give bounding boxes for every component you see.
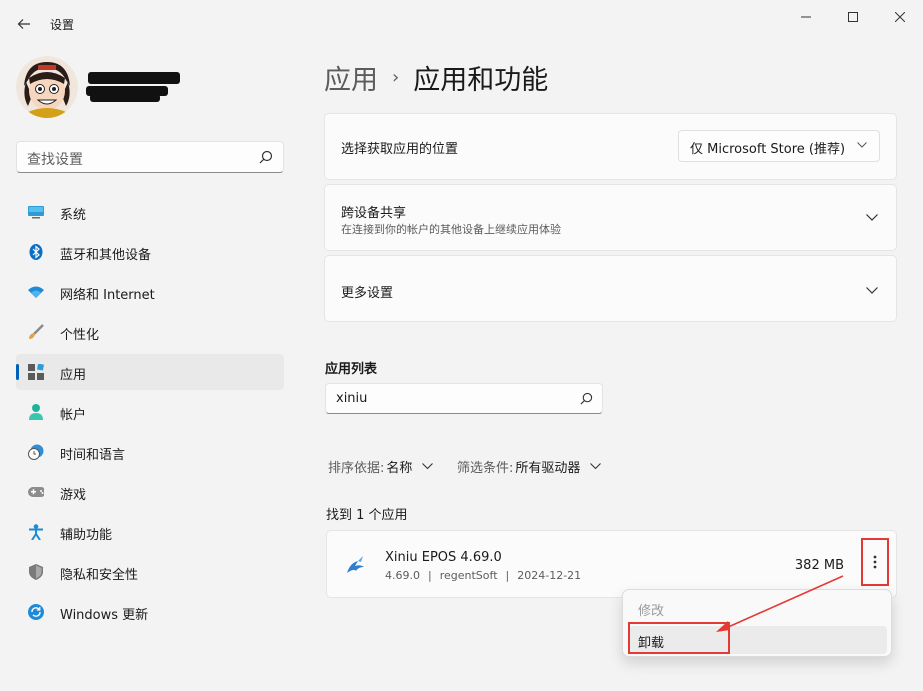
update-icon <box>28 604 44 620</box>
sidebar-item-personalization[interactable]: 个性化 <box>16 314 284 350</box>
sidebar-item-label: Windows 更新 <box>60 608 149 623</box>
app-name: Xiniu EPOS 4.69.0 <box>385 550 502 565</box>
app-search-input[interactable]: xiniu <box>325 383 603 414</box>
shield-icon <box>28 564 44 580</box>
more-settings-title: 更多设置 <box>341 286 394 301</box>
meta-divider: | <box>505 569 510 582</box>
app-source-dropdown[interactable]: 仅 Microsoft Store (推荐) <box>678 130 880 162</box>
maximize-button[interactable] <box>830 6 876 28</box>
sidebar-item-label: 隐私和安全性 <box>60 568 139 583</box>
chevron-down-icon[interactable] <box>866 287 878 294</box>
more-vertical-icon <box>873 555 877 569</box>
more-settings-card[interactable]: 更多设置 <box>324 255 897 322</box>
sidebar-item-network[interactable]: 网络和 Internet <box>16 274 284 310</box>
sidebar-item-label: 蓝牙和其他设备 <box>60 248 152 263</box>
sidebar-item-label: 个性化 <box>60 328 100 343</box>
app-list-title: 应用列表 <box>325 362 378 377</box>
redacted-username <box>88 72 180 84</box>
chevron-down-icon <box>590 463 602 470</box>
settings-search-input[interactable]: 查找设置 <box>16 141 284 173</box>
share-title: 跨设备共享 <box>341 206 407 221</box>
minimize-icon <box>801 16 811 18</box>
sidebar-item-time-language[interactable]: 时间和语言 <box>16 434 284 470</box>
sidebar-item-accessibility[interactable]: 辅助功能 <box>16 514 284 550</box>
back-button[interactable] <box>12 12 36 36</box>
filter-label: 筛选条件: <box>457 461 514 476</box>
sidebar-item-label: 辅助功能 <box>60 528 113 543</box>
sidebar-item-bluetooth[interactable]: 蓝牙和其他设备 <box>16 234 284 270</box>
more-options-button[interactable] <box>861 538 889 586</box>
window-title: 设置 <box>50 18 75 32</box>
modify-menu-item[interactable]: 修改 <box>629 594 887 622</box>
sidebar-item-windows-update[interactable]: Windows 更新 <box>16 594 284 630</box>
close-button[interactable] <box>877 6 923 28</box>
breadcrumb-parent[interactable]: 应用 <box>324 58 378 97</box>
sidebar-item-system[interactable]: 系统 <box>16 194 284 230</box>
avatar <box>16 56 78 118</box>
sidebar-item-accounts[interactable]: 帐户 <box>16 394 284 430</box>
filter-dropdown[interactable]: 筛选条件: 所有驱动器 <box>457 457 602 476</box>
chevron-down-icon <box>857 142 867 148</box>
app-list-item: Xiniu EPOS 4.69.0 4.69.0 | regentSoft | … <box>326 530 897 598</box>
app-size: 382 MB <box>794 558 844 573</box>
clock-globe-icon <box>28 444 44 460</box>
accessibility-icon <box>28 524 44 540</box>
sidebar-item-label: 系统 <box>60 208 87 223</box>
back-arrow-icon <box>17 19 30 29</box>
monitor-icon <box>28 204 44 220</box>
sort-by-dropdown[interactable]: 排序依据: 名称 <box>328 457 434 476</box>
search-placeholder: 查找设置 <box>27 152 83 168</box>
bluetooth-icon <box>28 244 44 260</box>
sidebar-item-apps[interactable]: 应用 <box>16 354 284 390</box>
gamepad-icon <box>28 484 44 500</box>
app-source-card: 选择获取应用的位置 仅 Microsoft Store (推荐) <box>324 113 897 180</box>
user-profile[interactable] <box>16 56 296 120</box>
page-title: 应用和功能 <box>413 65 549 96</box>
sidebar-nav: 系统 蓝牙和其他设备 网络和 Internet 个性化 应用 帐户 时间和语言 … <box>16 194 284 634</box>
sidebar-item-label: 网络和 Internet <box>60 288 155 303</box>
close-icon <box>895 12 905 22</box>
dropdown-value: 仅 Microsoft Store (推荐) <box>690 142 846 157</box>
search-icon <box>580 392 593 405</box>
wifi-icon <box>28 284 44 300</box>
chevron-down-icon[interactable] <box>866 214 878 221</box>
app-meta: 4.69.0 | regentSoft | 2024-12-21 <box>385 569 581 582</box>
search-icon <box>259 150 273 164</box>
share-across-devices-card[interactable]: 跨设备共享 在连接到你的帐户的其他设备上继续应用体验 <box>324 184 897 251</box>
annotation-highlight-box <box>628 622 730 654</box>
app-install-date: 2024-12-21 <box>517 569 582 582</box>
sidebar-item-label: 时间和语言 <box>60 448 126 463</box>
breadcrumb-separator: › <box>392 67 400 88</box>
person-icon <box>28 404 44 420</box>
title-bar: 设置 <box>0 0 923 48</box>
sort-label: 排序依据: <box>328 461 385 476</box>
modify-label: 修改 <box>638 604 665 619</box>
app-publisher: regentSoft <box>439 569 498 582</box>
redacted-email <box>90 94 160 102</box>
sidebar-item-label: 应用 <box>60 368 87 383</box>
sidebar-item-label: 帐户 <box>60 408 87 423</box>
apps-icon <box>28 364 44 380</box>
filter-value: 所有驱动器 <box>515 461 581 476</box>
sidebar-item-privacy[interactable]: 隐私和安全性 <box>16 554 284 590</box>
app-version: 4.69.0 <box>385 569 420 582</box>
share-subtitle: 在连接到你的帐户的其他设备上继续应用体验 <box>341 223 561 236</box>
breadcrumb: 应用 › 应用和功能 <box>324 58 548 97</box>
brush-icon <box>28 324 44 340</box>
app-source-title: 选择获取应用的位置 <box>341 142 459 157</box>
app-logo-icon <box>347 556 364 573</box>
chevron-down-icon <box>422 463 434 470</box>
meta-divider: | <box>428 569 432 582</box>
sidebar-item-gaming[interactable]: 游戏 <box>16 474 284 510</box>
sort-value: 名称 <box>386 461 413 476</box>
maximize-icon <box>848 12 858 22</box>
sidebar-item-label: 游戏 <box>60 488 87 503</box>
found-count: 找到 1 个应用 <box>326 508 408 523</box>
app-search-value: xiniu <box>336 391 368 406</box>
minimize-button[interactable] <box>783 6 829 28</box>
